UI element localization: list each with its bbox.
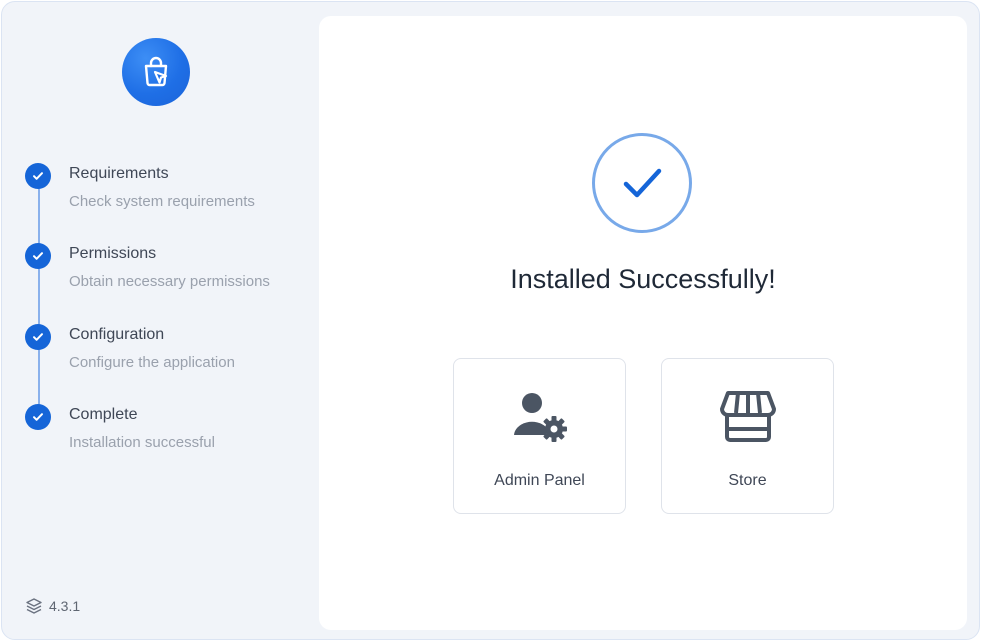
step-description: Check system requirements xyxy=(69,193,255,210)
installer-window: Requirements Check system requirements P… xyxy=(1,1,980,640)
check-circle-icon xyxy=(25,404,51,430)
store-label: Store xyxy=(728,472,767,489)
shopping-bag-cursor-icon xyxy=(144,56,168,87)
step-description: Obtain necessary permissions xyxy=(69,273,270,290)
main-panel: Installed Successfully! Admin Panel Stor… xyxy=(319,16,967,630)
check-circle-icon xyxy=(25,243,51,269)
step-permissions: Permissions Obtain necessary permissions xyxy=(25,242,305,302)
step-title: Requirements xyxy=(69,165,169,182)
step-title: Complete xyxy=(69,406,138,423)
layers-icon xyxy=(26,598,42,614)
admin-panel-label: Admin Panel xyxy=(494,472,585,489)
step-complete: Complete Installation successful xyxy=(25,403,305,463)
success-indicator xyxy=(592,133,692,233)
admin-user-gear-icon xyxy=(513,393,567,442)
admin-panel-button[interactable]: Admin Panel xyxy=(453,358,626,514)
step-configuration: Configuration Configure the application xyxy=(25,323,305,383)
step-description: Configure the application xyxy=(69,354,235,371)
storefront-icon xyxy=(719,391,776,442)
app-logo xyxy=(122,38,190,106)
page-title: Installed Successfully! xyxy=(510,264,776,294)
step-description: Installation successful xyxy=(69,434,215,451)
checkmark-icon xyxy=(623,168,662,198)
version-label: 4.3.1 xyxy=(49,598,81,614)
version-info: 4.3.1 xyxy=(25,597,80,615)
store-button[interactable]: Store xyxy=(661,358,834,514)
step-title: Configuration xyxy=(69,326,165,343)
step-requirements: Requirements Check system requirements xyxy=(25,162,305,222)
check-circle-icon xyxy=(25,163,51,189)
step-title: Permissions xyxy=(69,245,157,262)
check-circle-icon xyxy=(25,324,51,350)
